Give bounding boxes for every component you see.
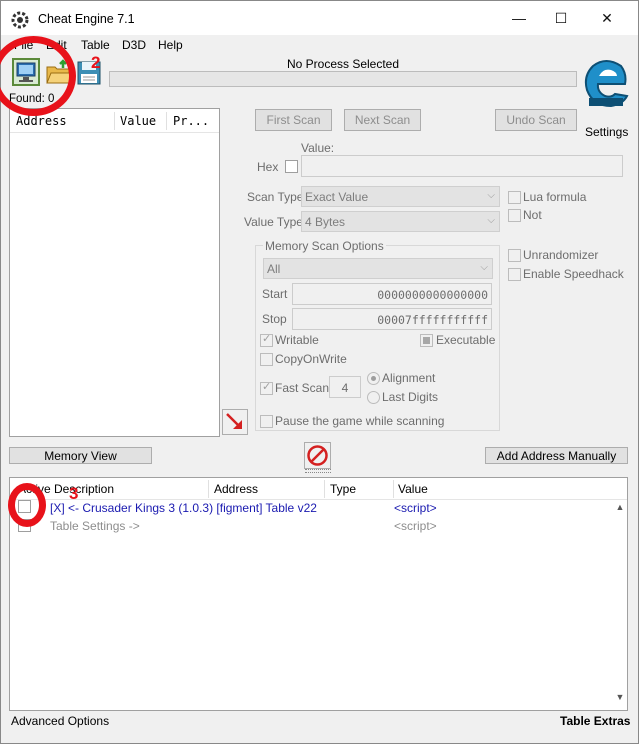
table-row-description[interactable]: Table Settings ->: [50, 519, 140, 533]
writable-label: Writable: [275, 333, 319, 347]
chevron-down-icon: ⌵: [480, 262, 488, 273]
clear-list-icon[interactable]: [304, 442, 331, 469]
pause-game-checkbox[interactable]: [260, 415, 273, 428]
fast-scan-label: Fast Scan: [275, 381, 330, 395]
writable-checkbox[interactable]: [260, 332, 273, 347]
memory-region-value: All: [267, 262, 281, 276]
scan-progress-bar: [109, 71, 577, 87]
value-input[interactable]: [301, 155, 623, 177]
table-column-value[interactable]: Value: [398, 482, 428, 496]
menu-table[interactable]: Table: [81, 38, 110, 52]
panel-splitter[interactable]: [305, 469, 331, 473]
maximize-button[interactable]: ☐: [538, 1, 584, 35]
table-column-description[interactable]: Description: [54, 482, 114, 496]
executable-checkbox[interactable]: [420, 334, 433, 347]
column-divider[interactable]: [166, 112, 167, 130]
process-label: No Process Selected: [286, 57, 400, 71]
table-column-address[interactable]: Address: [214, 482, 258, 496]
table-column-type[interactable]: Type: [330, 482, 356, 496]
column-divider[interactable]: [324, 480, 325, 498]
fast-scan-checkbox[interactable]: [260, 380, 273, 395]
undo-scan-button[interactable]: Undo Scan: [495, 109, 577, 131]
table-row-value[interactable]: <script>: [394, 501, 437, 515]
scan-type-label: Scan Type: [247, 190, 304, 204]
not-checkbox[interactable]: [508, 209, 521, 222]
table-row-value[interactable]: <script>: [394, 519, 437, 533]
column-divider[interactable]: [393, 480, 394, 498]
add-to-list-arrow-icon[interactable]: [222, 409, 248, 435]
add-address-manually-button[interactable]: Add Address Manually: [485, 447, 628, 464]
close-button[interactable]: ✕: [584, 1, 630, 35]
last-digits-radio[interactable]: [367, 391, 380, 404]
alignment-label: Alignment: [382, 371, 436, 385]
memory-region-select[interactable]: All ⌵: [263, 258, 493, 279]
column-divider[interactable]: [208, 480, 209, 498]
results-column-address[interactable]: Address: [16, 114, 67, 128]
next-scan-button[interactable]: Next Scan: [344, 109, 421, 131]
cheat-table[interactable]: Active Description Address Type Value [X…: [9, 477, 628, 711]
executable-label: Executable: [436, 333, 496, 347]
chevron-down-icon: ⌵: [487, 215, 495, 226]
minimize-icon: —: [512, 10, 526, 26]
cheat-engine-app-icon: [11, 11, 29, 29]
advanced-options-link[interactable]: Advanced Options: [11, 714, 109, 728]
copy-on-write-label: CopyOnWrite: [275, 352, 347, 366]
unrandomizer-label: Unrandomizer: [523, 248, 599, 262]
value-type-value: 4 Bytes: [305, 215, 346, 229]
results-column-previous[interactable]: Pr...: [173, 114, 209, 128]
first-scan-button[interactable]: First Scan: [255, 109, 332, 131]
stop-address-input[interactable]: 00007fffffffffff: [292, 308, 492, 330]
table-row-description[interactable]: [X] <- Crusader Kings 3 (1.0.3) [figment…: [50, 501, 317, 515]
cheat-engine-window: Cheat Engine 7.1 — ☐ ✕ File Edit Table D…: [0, 0, 639, 744]
unrandomizer-checkbox[interactable]: [508, 249, 521, 262]
value-type-select[interactable]: 4 Bytes ⌵: [301, 211, 500, 232]
annotation-circle-process-button: [0, 36, 76, 116]
start-label: Start: [262, 287, 288, 301]
stop-label: Stop: [262, 312, 287, 326]
maximize-icon: ☐: [554, 9, 568, 26]
settings-label[interactable]: Settings: [585, 125, 628, 139]
speedhack-checkbox[interactable]: [508, 268, 521, 281]
pause-game-label: Pause the game while scanning: [275, 414, 445, 428]
results-column-value[interactable]: Value: [120, 114, 156, 128]
table-extras-link[interactable]: Table Extras: [560, 714, 630, 728]
lua-formula-label: Lua formula: [523, 190, 587, 204]
hex-label: Hex: [257, 160, 279, 174]
cheat-engine-logo[interactable]: [581, 56, 631, 114]
start-address-input[interactable]: 0000000000000000: [292, 283, 492, 305]
memory-scan-options-title: Memory Scan Options: [263, 239, 386, 253]
value-label: Value:: [301, 141, 335, 155]
not-label: Not: [523, 208, 542, 222]
last-digits-label: Last Digits: [382, 390, 439, 404]
chevron-down-icon: ⌵: [487, 190, 495, 201]
value-type-label: Value Type: [244, 215, 303, 229]
menu-help[interactable]: Help: [158, 38, 183, 52]
close-icon: ✕: [601, 9, 613, 26]
hex-checkbox[interactable]: [285, 160, 298, 173]
scan-type-select[interactable]: Exact Value ⌵: [301, 186, 500, 207]
scroll-down-icon[interactable]: ▼: [613, 692, 627, 706]
menu-d3d[interactable]: D3D: [122, 38, 146, 52]
annotation-number: 2: [91, 53, 101, 72]
scroll-up-icon[interactable]: ▲: [613, 502, 627, 516]
title-bar: Cheat Engine 7.1 — ☐ ✕: [1, 1, 638, 35]
fast-scan-input[interactable]: 4: [329, 376, 361, 398]
annotation-number: 3: [69, 484, 79, 503]
lua-formula-checkbox[interactable]: [508, 191, 521, 204]
scan-type-value: Exact Value: [305, 190, 369, 204]
alignment-radio[interactable]: [367, 372, 380, 385]
cheat-table-header: Active Description Address Type Value: [10, 478, 627, 500]
window-title: Cheat Engine 7.1: [38, 12, 135, 26]
annotation-circle-active-checkbox: [8, 483, 46, 527]
column-divider[interactable]: [114, 112, 115, 130]
memory-view-button[interactable]: Memory View: [9, 447, 152, 464]
copy-on-write-checkbox[interactable]: [260, 353, 273, 366]
speedhack-label: Enable Speedhack: [523, 267, 624, 281]
scan-results-list[interactable]: Address Value Pr...: [9, 108, 220, 437]
minimize-button[interactable]: —: [496, 1, 542, 35]
menu-bar: File Edit Table D3D Help: [1, 35, 638, 55]
